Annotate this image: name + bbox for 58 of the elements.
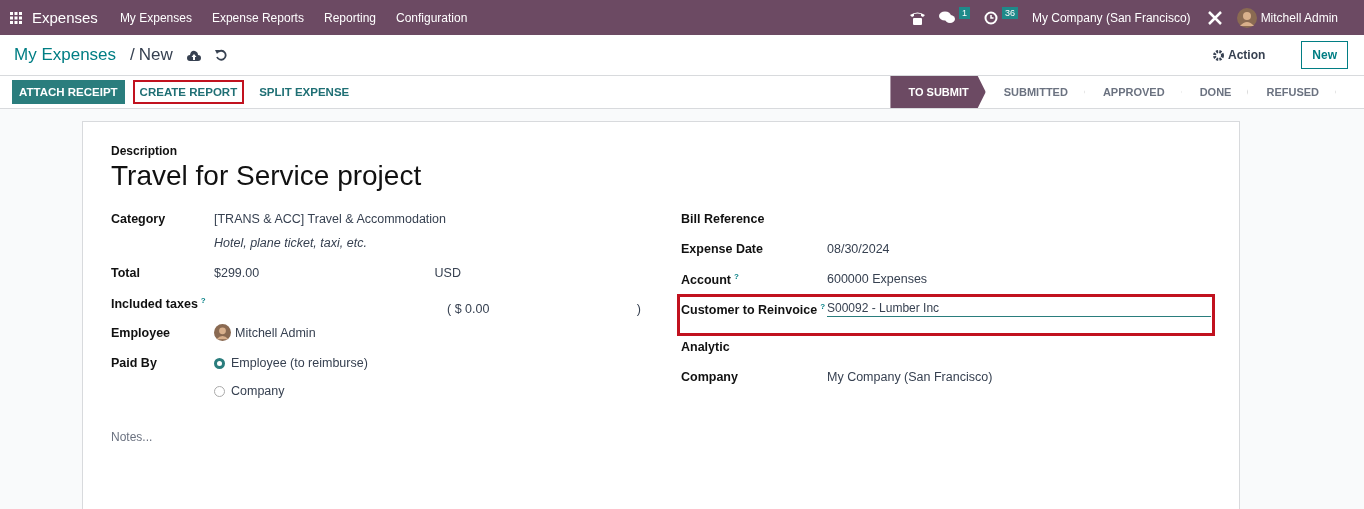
menu-item[interactable]: Configuration — [386, 10, 478, 25]
breadcrumb-current: New — [138, 45, 173, 65]
field-value: [TRANS & ACC] Travel & Accommodation — [214, 211, 448, 226]
help-tooltip[interactable]: ? — [820, 302, 826, 311]
field-label: Category — [111, 212, 166, 226]
action-menu[interactable]: Action — [1206, 47, 1272, 63]
action-button[interactable]: ATTACH RECEIPT — [12, 80, 125, 104]
field-label: Company — [681, 370, 738, 384]
parenthesis: ) — [636, 302, 641, 316]
description-label: Description — [111, 144, 178, 158]
currency: USD — [434, 266, 461, 280]
expense-title[interactable]: Travel for Service project — [111, 160, 1211, 192]
avatar-icon — [214, 324, 231, 341]
customer-field[interactable]: S00092 - Lumber Inc — [827, 300, 1211, 317]
gear-icon — [1212, 49, 1224, 61]
menu-item[interactable]: Reporting — [313, 10, 386, 25]
field-label: Employee — [111, 326, 171, 340]
cloud-upload-icon[interactable] — [186, 49, 201, 61]
field-label: Expense Date — [681, 242, 763, 256]
field-value: 600000 Expenses — [827, 271, 929, 286]
menu-item[interactable]: My Expenses — [109, 10, 202, 25]
user-avatar-icon — [1236, 7, 1257, 28]
radio-label[interactable]: Company — [231, 384, 285, 398]
field-label: Customer to Reinvoice — [681, 303, 818, 318]
user-menu[interactable]: Mitchell Admin — [1260, 10, 1338, 25]
phone-icon[interactable] — [909, 10, 925, 25]
apps-menu-icon[interactable] — [10, 11, 22, 24]
menu-item[interactable]: Expense Reports — [201, 10, 314, 25]
field-value: 08/30/2024 — [827, 241, 891, 256]
action-button[interactable]: SPLIT EXPENSE — [252, 80, 357, 104]
company-switcher[interactable]: My Company (San Francisco) — [1031, 10, 1191, 25]
field-label: Total — [111, 266, 140, 280]
field-hint: Hotel, plane ticket, taxi, etc. — [214, 235, 368, 250]
undo-icon[interactable] — [214, 49, 227, 61]
breadcrumb-separator: / — [130, 45, 135, 65]
help-tooltip[interactable]: ? — [200, 296, 206, 305]
radio-label[interactable]: Employee (to reimburse) — [231, 356, 368, 370]
field-value: My Company (San Francisco) — [827, 369, 994, 384]
action-button[interactable]: CREATE REPORT — [132, 80, 245, 104]
field-label: Bill Reference — [681, 212, 765, 226]
field-label: Account — [681, 273, 731, 288]
chat-badge: 1 — [958, 6, 970, 19]
clock-icon[interactable] — [983, 10, 998, 25]
status-stage[interactable]: TO SUBMIT — [890, 76, 986, 108]
field-label: Analytic — [681, 340, 730, 354]
app-name[interactable]: Expenses — [32, 9, 98, 26]
field-value: ( $ 0.00 — [447, 302, 490, 316]
breadcrumb-link[interactable]: My Expenses — [14, 45, 117, 65]
new-button[interactable]: New — [1301, 41, 1348, 69]
chat-icon[interactable] — [938, 11, 955, 24]
notes-field[interactable]: Notes... — [111, 430, 266, 444]
help-tooltip[interactable]: ? — [734, 272, 739, 281]
radio-button[interactable] — [214, 357, 225, 369]
field-value: $299.00 — [214, 266, 260, 280]
field-label: Paid By — [111, 356, 157, 370]
field-value[interactable]: Mitchell Admin — [235, 325, 316, 340]
activity-badge: 36 — [1001, 6, 1018, 19]
field-label: Included taxes — [111, 297, 198, 312]
